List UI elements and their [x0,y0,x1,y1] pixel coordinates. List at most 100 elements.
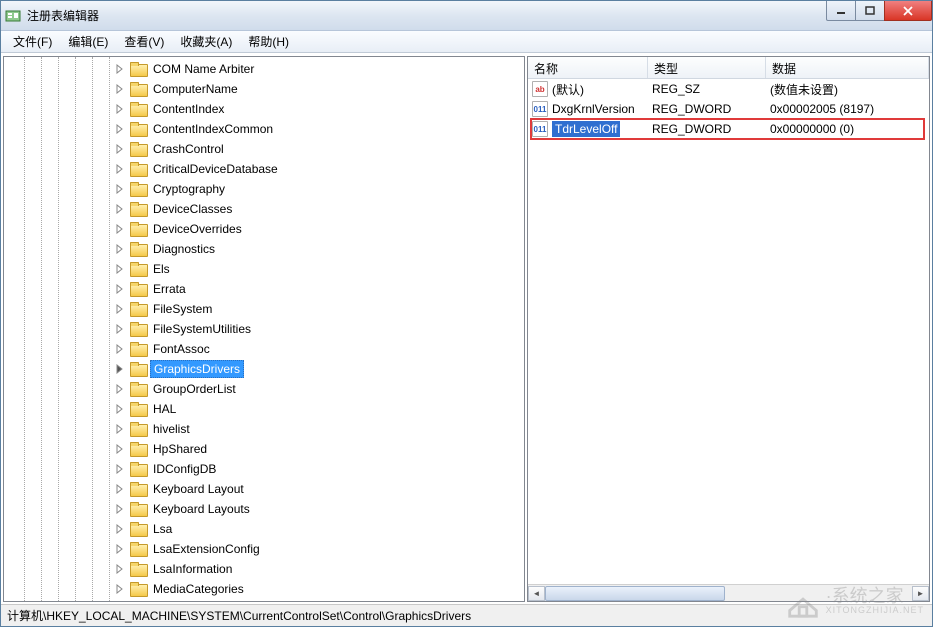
tree-item[interactable]: GraphicsDrivers [4,359,524,379]
expander-icon[interactable] [114,483,126,495]
tree-item[interactable]: FileSystemUtilities [4,319,524,339]
tree-item[interactable]: Errata [4,279,524,299]
tree-item-label: ComputerName [150,81,241,97]
tree-item-label: Diagnostics [150,241,218,257]
tree-item[interactable]: ContentIndex [4,99,524,119]
tree-item-label: IDConfigDB [150,461,219,477]
expander-icon[interactable] [114,183,126,195]
expander-icon[interactable] [114,283,126,295]
tree-item[interactable]: COM Name Arbiter [4,59,524,79]
values-body[interactable]: ab(默认)REG_SZ(数值未设置)011DxgKrnlVersionREG_… [528,79,929,584]
tree-item[interactable]: FileSystem [4,299,524,319]
expander-icon[interactable] [114,463,126,475]
value-row[interactable]: ab(默认)REG_SZ(数值未设置) [528,79,929,99]
tree-item[interactable]: GroupOrderList [4,379,524,399]
value-name-cell: 011DxgKrnlVersion [528,99,648,119]
tree-item[interactable]: ComputerName [4,79,524,99]
horizontal-scrollbar[interactable]: ◄ ► [528,584,929,601]
folder-icon [130,462,146,476]
folder-icon [130,482,146,496]
tree-item[interactable]: CrashControl [4,139,524,159]
tree-item-label: ContentIndex [150,101,227,117]
tree-item[interactable]: LsaInformation [4,559,524,579]
close-button[interactable] [884,1,932,21]
expander-icon[interactable] [114,143,126,155]
string-value-icon: ab [532,81,548,97]
tree-item[interactable]: ContentIndexCommon [4,119,524,139]
tree-item-label: LsaInformation [150,561,235,577]
tree-item[interactable]: HpShared [4,439,524,459]
tree-item[interactable]: FontAssoc [4,339,524,359]
minimize-button[interactable] [826,1,856,21]
value-row[interactable]: 011TdrLevelOffREG_DWORD0x00000000 (0) [528,119,929,139]
tree-item[interactable]: Keyboard Layouts [4,499,524,519]
maximize-button[interactable] [855,1,885,21]
tree-item[interactable]: Lsa [4,519,524,539]
tree-item[interactable]: DeviceOverrides [4,219,524,239]
expander-icon[interactable] [114,243,126,255]
expander-icon[interactable] [114,83,126,95]
column-header-type[interactable]: 类型 [648,57,766,78]
expander-icon[interactable] [114,443,126,455]
menu-help[interactable]: 帮助(H) [240,31,297,52]
tree-item-label: GroupOrderList [150,381,239,397]
tree-item-label: GraphicsDrivers [150,360,244,378]
tree-item[interactable]: Cryptography [4,179,524,199]
titlebar: 注册表编辑器 [1,1,932,31]
tree-item-label: DeviceClasses [150,201,235,217]
expander-icon[interactable] [114,523,126,535]
expander-icon[interactable] [114,223,126,235]
expander-icon[interactable] [114,423,126,435]
scroll-right-arrow[interactable]: ► [912,586,929,601]
expander-icon[interactable] [114,263,126,275]
folder-icon [130,142,146,156]
tree-item[interactable]: hivelist [4,419,524,439]
expander-icon[interactable] [114,123,126,135]
scroll-left-arrow[interactable]: ◄ [528,586,545,601]
folder-icon [130,62,146,76]
expander-icon[interactable] [114,363,126,375]
expander-icon[interactable] [114,563,126,575]
folder-icon [130,262,146,276]
expander-icon[interactable] [114,503,126,515]
expander-icon[interactable] [114,103,126,115]
tree-item-label: LsaExtensionConfig [150,541,263,557]
column-header-name[interactable]: 名称 [528,57,648,78]
tree-item[interactable]: LsaExtensionConfig [4,539,524,559]
tree-item[interactable]: Diagnostics [4,239,524,259]
expander-icon[interactable] [114,543,126,555]
column-header-data[interactable]: 数据 [766,57,929,78]
tree-item[interactable]: Els [4,259,524,279]
value-name: DxgKrnlVersion [552,102,635,116]
expander-icon[interactable] [114,323,126,335]
expander-icon[interactable] [114,303,126,315]
menu-file[interactable]: 文件(F) [5,31,60,52]
tree-item-label: ContentIndexCommon [150,121,276,137]
regedit-icon [5,8,21,24]
folder-icon [130,402,146,416]
expander-icon[interactable] [114,383,126,395]
tree-item[interactable]: DeviceClasses [4,199,524,219]
value-row[interactable]: 011DxgKrnlVersionREG_DWORD0x00002005 (81… [528,99,929,119]
menu-view[interactable]: 查看(V) [116,31,172,52]
tree-item[interactable]: IDConfigDB [4,459,524,479]
tree-item-label: Els [150,261,173,277]
tree-item[interactable]: CriticalDeviceDatabase [4,159,524,179]
menu-favorites[interactable]: 收藏夹(A) [172,31,240,52]
scroll-thumb[interactable] [545,586,725,601]
scroll-track[interactable] [545,586,912,601]
expander-icon[interactable] [114,63,126,75]
tree-item-label: CrashControl [150,141,227,157]
expander-icon[interactable] [114,203,126,215]
tree-item[interactable]: Keyboard Layout [4,479,524,499]
tree-pane[interactable]: COM Name Arbiter ComputerName ContentIndex… [3,56,525,602]
menu-edit[interactable]: 编辑(E) [60,31,116,52]
expander-icon[interactable] [114,583,126,595]
dword-value-icon: 011 [532,121,548,137]
expander-icon[interactable] [114,163,126,175]
folder-icon [130,562,146,576]
expander-icon[interactable] [114,343,126,355]
tree-item[interactable]: MediaCategories [4,579,524,599]
expander-icon[interactable] [114,403,126,415]
tree-item[interactable]: HAL [4,399,524,419]
